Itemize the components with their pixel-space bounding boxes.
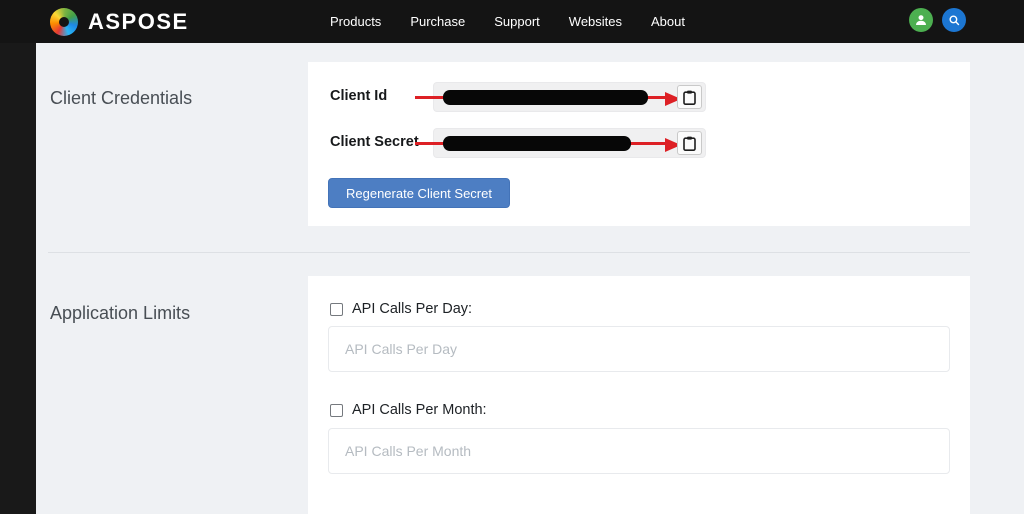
nav-item-about[interactable]: About — [651, 14, 685, 29]
nav-item-support[interactable]: Support — [494, 14, 540, 29]
regenerate-client-secret-button[interactable]: Regenerate Client Secret — [328, 178, 510, 208]
main-nav: Products Purchase Support Websites About — [330, 0, 685, 43]
api-calls-per-month-input[interactable] — [328, 428, 950, 474]
brand-name: ASPOSE — [88, 9, 189, 35]
clipboard-icon — [683, 90, 696, 105]
copy-client-id-button[interactable] — [677, 85, 702, 109]
client-secret-label: Client Secret — [330, 134, 419, 150]
nav-item-websites[interactable]: Websites — [569, 14, 622, 29]
search-icon — [948, 14, 961, 27]
api-calls-per-day-checkbox-label[interactable]: API Calls Per Day: — [352, 301, 472, 317]
aspose-swirl-icon — [50, 8, 78, 36]
client-id-redaction — [443, 90, 648, 105]
nav-item-purchase[interactable]: Purchase — [410, 14, 465, 29]
client-credentials-card: Client Id Client Secret Regenerate Clien… — [308, 62, 970, 226]
left-edge-strip — [0, 43, 36, 514]
section-divider — [48, 252, 970, 253]
nav-item-products[interactable]: Products — [330, 14, 381, 29]
credentials-section-title: Client Credentials — [50, 88, 192, 109]
api-calls-per-month-checkbox-label[interactable]: API Calls Per Month: — [352, 402, 487, 418]
client-id-label: Client Id — [330, 88, 387, 104]
api-calls-per-day-input[interactable] — [328, 326, 950, 372]
clipboard-icon — [683, 136, 696, 151]
top-nav-bar: ASPOSE Products Purchase Support Website… — [0, 0, 1024, 43]
api-calls-per-day-checkbox[interactable] — [330, 303, 343, 316]
api-calls-per-month-checkbox[interactable] — [330, 404, 343, 417]
application-limits-card: API Calls Per Day: API Calls Per Month: — [308, 276, 970, 514]
user-icon — [914, 13, 928, 27]
page: ASPOSE Products Purchase Support Website… — [0, 0, 1024, 514]
aspose-logo[interactable]: ASPOSE — [50, 7, 189, 37]
copy-client-secret-button[interactable] — [677, 131, 702, 155]
search-button[interactable] — [942, 8, 966, 32]
limits-section-title: Application Limits — [50, 303, 190, 324]
client-secret-redaction — [443, 136, 631, 151]
account-button[interactable] — [909, 8, 933, 32]
